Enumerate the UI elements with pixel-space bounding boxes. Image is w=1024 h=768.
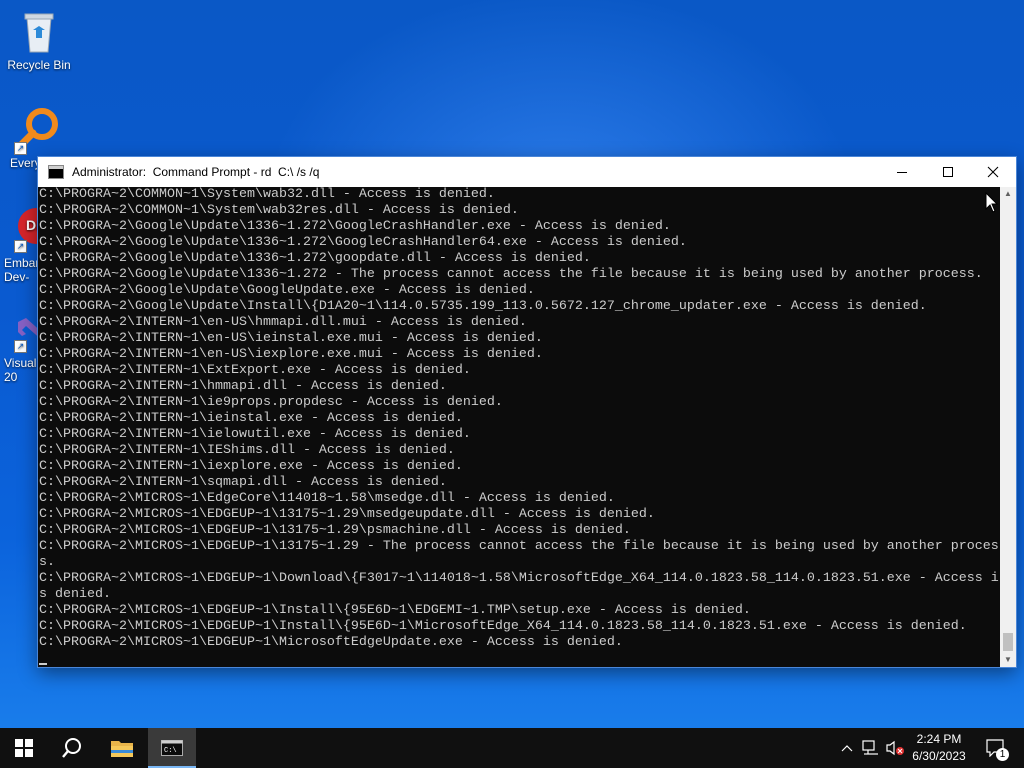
recycle-bin-icon <box>19 8 59 54</box>
action-center-button[interactable]: 1 <box>976 728 1016 768</box>
maximize-icon <box>943 167 953 177</box>
scroll-down-arrow-icon[interactable]: ▼ <box>1000 653 1016 667</box>
console-line: s denied. <box>39 587 111 602</box>
console-line: C:\PROGRA~2\Google\Update\1336~1.272\Goo… <box>39 235 687 250</box>
console-output[interactable]: C:\PROGRA~2\COMMON~1\System\wab32.dll - … <box>38 187 1000 667</box>
console-line: C:\PROGRA~2\INTERN~1\IEShims.dll - Acces… <box>39 443 455 458</box>
console-line: C:\PROGRA~2\INTERN~1\ExtExport.exe - Acc… <box>39 363 471 378</box>
console-line: C:\PROGRA~2\MICROS~1\EDGEUP~1\13175~1.29… <box>39 523 631 538</box>
clock[interactable]: 2:24 PM 6/30/2023 <box>908 728 970 768</box>
desktop-icon-everything[interactable]: Every ↗ <box>0 106 58 170</box>
search-icon <box>62 738 81 758</box>
close-button[interactable] <box>970 157 1016 187</box>
console-line: C:\PROGRA~2\Google\Update\1336~1.272 - T… <box>39 267 983 282</box>
window-titlebar[interactable]: Administrator: Command Prompt - rd C:\ /… <box>38 157 1016 187</box>
desktop-icon-embarcadero[interactable]: DI Embar Dev- ↗ <box>0 206 54 284</box>
desktop-icon-label: Recycle Bin <box>7 58 71 72</box>
console-line: C:\PROGRA~2\Google\Update\GoogleUpdate.e… <box>39 283 535 298</box>
console-line: C:\PROGRA~2\Google\Update\1336~1.272\goo… <box>39 251 591 266</box>
console-line: C:\PROGRA~2\INTERN~1\hmmapi.dll - Access… <box>39 379 447 394</box>
console-line: C:\PROGRA~2\MICROS~1\EDGEUP~1\13175~1.29… <box>39 539 999 554</box>
console-line: C:\PROGRA~2\INTERN~1\sqmapi.dll - Access… <box>39 475 447 490</box>
scrollbar-thumb[interactable] <box>1003 633 1013 651</box>
speaker-muted-icon <box>886 740 904 756</box>
console-line: C:\PROGRA~2\INTERN~1\ielowutil.exe - Acc… <box>39 427 471 442</box>
clock-date: 6/30/2023 <box>912 749 966 763</box>
mouse-pointer-icon <box>985 191 999 219</box>
console-line: C:\PROGRA~2\INTERN~1\ieinstal.exe - Acce… <box>39 411 463 426</box>
close-icon <box>987 166 999 178</box>
console-line: C:\PROGRA~2\Google\Update\Install\{D1A20… <box>39 299 927 314</box>
volume-button[interactable] <box>884 728 906 768</box>
start-button[interactable] <box>0 728 48 768</box>
show-hidden-icons-button[interactable] <box>838 728 856 768</box>
folder-icon <box>111 741 133 757</box>
console-line: C:\PROGRA~2\Google\Update\1336~1.272\Goo… <box>39 219 671 234</box>
text-cursor <box>39 663 47 665</box>
minimize-button[interactable] <box>879 157 925 187</box>
shortcut-arrow-icon: ↗ <box>14 142 27 155</box>
shortcut-arrow-icon: ↗ <box>14 240 27 253</box>
scroll-up-arrow-icon[interactable]: ▲ <box>1000 187 1016 201</box>
window-title: Administrator: Command Prompt - rd C:\ /… <box>72 165 320 179</box>
svg-text:C:\: C:\ <box>164 747 177 755</box>
console-line: C:\PROGRA~2\INTERN~1\ie9props.propdesc -… <box>39 395 503 410</box>
taskbar-file-explorer[interactable] <box>98 728 146 768</box>
network-button[interactable] <box>860 728 882 768</box>
console-line: C:\PROGRA~2\COMMON~1\System\wab32.dll - … <box>39 187 495 202</box>
console-line: C:\PROGRA~2\MICROS~1\EdgeCore\114018~1.5… <box>39 491 615 506</box>
console-line: C:\PROGRA~2\INTERN~1\en-US\hmmapi.dll.mu… <box>39 315 527 330</box>
console-line: C:\PROGRA~2\MICROS~1\EDGEUP~1\Download\{… <box>39 571 999 586</box>
desktop-icon-recycle-bin[interactable]: Recycle Bin <box>1 8 77 72</box>
desktop-icon-label: Visual 20 <box>4 356 37 384</box>
console-line: C:\PROGRA~2\MICROS~1\EDGEUP~1\MicrosoftE… <box>39 635 623 650</box>
console-line: C:\PROGRA~2\INTERN~1\iexplore.exe - Acce… <box>39 459 463 474</box>
console-line: C:\PROGRA~2\INTERN~1\en-US\ieinstal.exe.… <box>39 331 543 346</box>
console-line: C:\PROGRA~2\MICROS~1\EDGEUP~1\13175~1.29… <box>39 507 655 522</box>
minimize-icon <box>897 172 907 173</box>
maximize-button[interactable] <box>925 157 971 187</box>
desktop-icon-label: Every <box>10 156 41 170</box>
notification-count-badge: 1 <box>996 748 1009 761</box>
desktop-icon-visual-studio[interactable]: Visual 20 ↗ <box>0 308 50 384</box>
windows-logo-icon <box>15 739 33 757</box>
chevron-up-icon <box>841 745 853 752</box>
console-line: C:\PROGRA~2\COMMON~1\System\wab32res.dll… <box>39 203 519 218</box>
desktop-icon-label: Embar Dev- <box>4 256 40 284</box>
vertical-scrollbar[interactable]: ▲ ▼ <box>1000 187 1016 667</box>
taskbar-command-prompt[interactable]: C:\ <box>148 728 196 768</box>
console-line: C:\PROGRA~2\MICROS~1\EDGEUP~1\Install\{9… <box>39 619 967 634</box>
console-line: C:\PROGRA~2\MICROS~1\EDGEUP~1\Install\{9… <box>39 603 751 618</box>
shortcut-arrow-icon: ↗ <box>14 340 27 353</box>
command-prompt-window[interactable]: Administrator: Command Prompt - rd C:\ /… <box>38 157 1016 667</box>
command-prompt-icon: C:\ <box>161 740 183 756</box>
console-line: C:\PROGRA~2\INTERN~1\en-US\iexplore.exe.… <box>39 347 543 362</box>
search-button[interactable] <box>48 728 96 768</box>
command-prompt-icon <box>48 165 64 179</box>
network-icon <box>862 740 878 755</box>
taskbar: C:\ 2:24 PM 6/30/2023 1 <box>0 728 1024 768</box>
clock-time: 2:24 PM <box>916 732 962 746</box>
console-line: s. <box>39 555 55 570</box>
